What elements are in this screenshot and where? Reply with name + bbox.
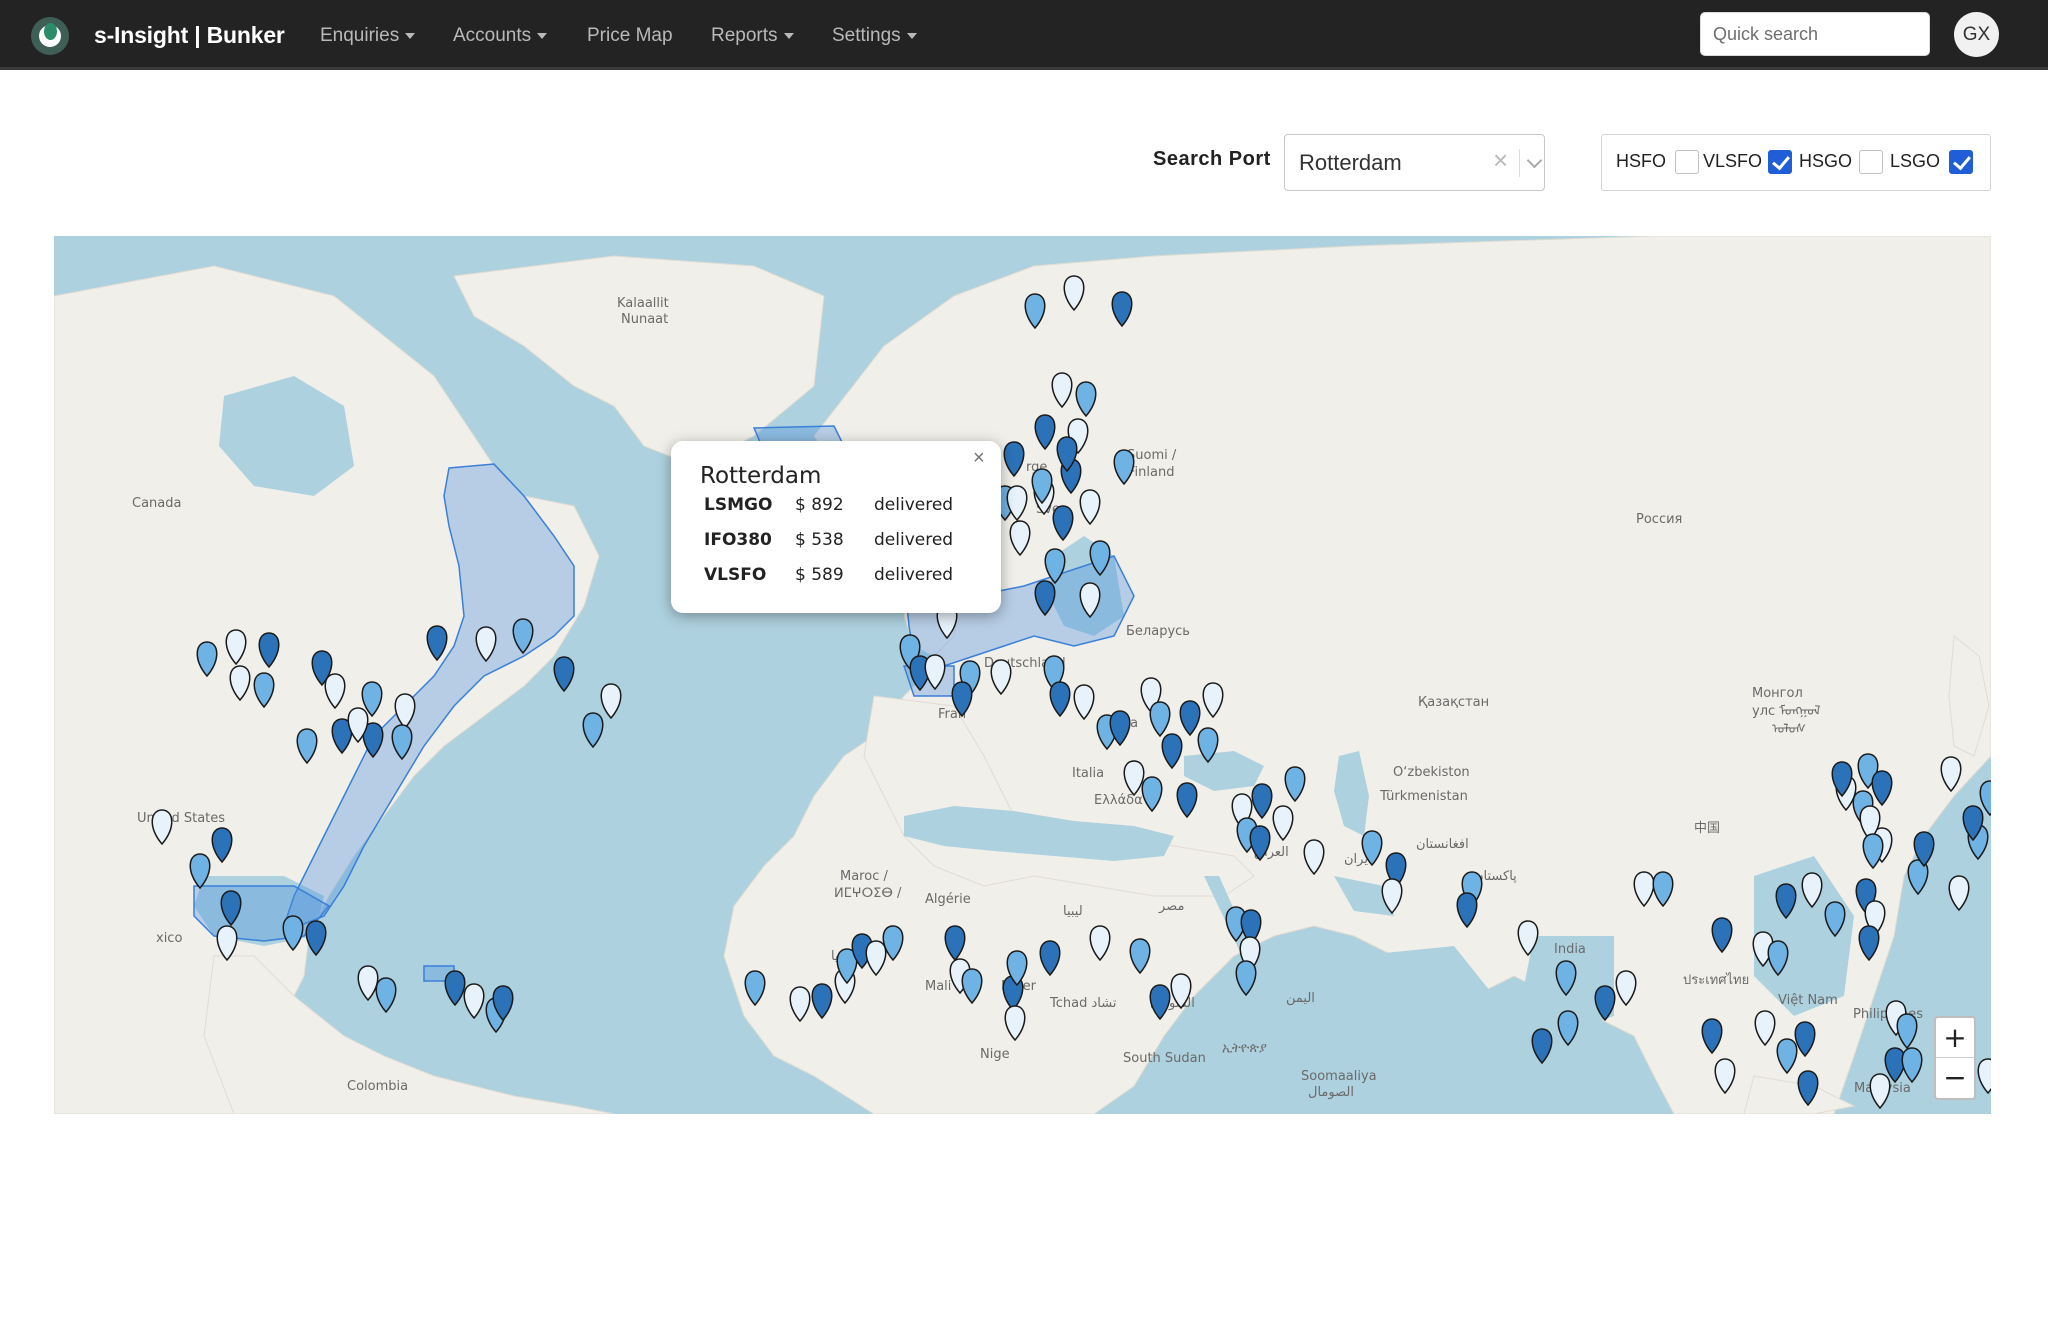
zoom-out-button[interactable]: −: [1936, 1058, 1974, 1098]
popup-fuel: IFO380: [704, 530, 772, 550]
user-avatar[interactable]: GX: [1954, 12, 1999, 57]
caret-down-icon: [405, 32, 416, 39]
port-price-popup: × Rotterdam LSMGO $ 892 delivered IFO380…: [671, 441, 1001, 613]
port-select[interactable]: Rotterdam ×: [1284, 134, 1545, 191]
map-label: ኢትዮጵያ: [1222, 1041, 1267, 1056]
top-navbar: s-Insight | Bunker Enquiries Accounts Pr…: [0, 0, 2048, 70]
port-marker[interactable]: [1531, 1028, 1553, 1065]
nav-price-map[interactable]: Price Map: [587, 25, 673, 47]
port-marker[interactable]: [375, 977, 397, 1014]
nav-accounts[interactable]: Accounts: [453, 25, 548, 47]
checkbox-lsgo[interactable]: [1949, 150, 1973, 174]
popup-price: $ 589: [795, 565, 844, 585]
map-label: ⵍⵎⵖⵔⵉⴱ /: [834, 886, 902, 901]
map-label: Canada: [132, 496, 181, 511]
map-label: Қазақстан: [1418, 695, 1489, 710]
port-marker[interactable]: [1896, 1013, 1918, 1050]
map-label: الصومال: [1308, 1085, 1354, 1100]
port-marker[interactable]: [1977, 1058, 1991, 1095]
map-canvas[interactable]: Kalaallit Nunaat Canada United States Ро…: [54, 236, 1991, 1114]
port-marker[interactable]: [463, 983, 485, 1020]
port-select-value: Rotterdam: [1299, 150, 1402, 175]
popup-status: delivered: [874, 495, 954, 515]
map-label: Tchad تشاد: [1049, 996, 1117, 1011]
popup-status: delivered: [874, 565, 954, 585]
map-label: Россия: [1636, 512, 1682, 527]
popup-fuel: VLSFO: [704, 565, 767, 585]
map-label: Türkmenistan: [1379, 789, 1468, 804]
caret-down-icon: [906, 32, 917, 39]
map-label: United States: [137, 811, 225, 826]
caret-down-icon: [537, 32, 548, 39]
popup-price: $ 538: [795, 530, 844, 550]
chevron-down-icon[interactable]: [1526, 152, 1543, 169]
quick-search-input[interactable]: [1700, 12, 1930, 56]
map-label: xico: [156, 931, 182, 946]
map-label: O‘zbekiston: [1393, 765, 1470, 780]
port-marker[interactable]: [1948, 875, 1970, 912]
clear-icon[interactable]: ×: [1493, 145, 1508, 176]
map-label: улс ᠮᠣᠩᠭᠣᠯ: [1752, 704, 1820, 719]
checkbox-vlsfo[interactable]: [1768, 150, 1792, 174]
fuel-filter-group: HSFO VLSFO HSGO LSGO: [1601, 134, 1991, 191]
map-label: Maroc /: [840, 869, 888, 884]
map-label: Italia: [1072, 766, 1104, 781]
fuel-label-hsfo: HSFO: [1616, 151, 1667, 171]
map-label: Finland: [1128, 465, 1174, 480]
map-label: مصر: [1158, 899, 1184, 914]
map-label: Беларусь: [1126, 624, 1190, 639]
port-marker[interactable]: [1884, 1047, 1906, 1084]
map-label: Algérie: [925, 892, 971, 907]
port-marker[interactable]: [1901, 1047, 1923, 1084]
map-label: افغانستان: [1416, 837, 1469, 852]
close-icon[interactable]: ×: [973, 447, 985, 470]
port-marker[interactable]: [600, 683, 622, 720]
port-marker[interactable]: [1869, 1073, 1891, 1110]
zoom-control: + −: [1934, 1016, 1976, 1100]
map-label: Kalaallit: [617, 296, 669, 311]
nav-settings[interactable]: Settings: [832, 25, 917, 47]
search-port-label: Search Port: [1153, 148, 1271, 170]
port-marker[interactable]: [1235, 960, 1257, 997]
map-label: ليبيا: [1063, 904, 1083, 919]
map-label: 中国: [1694, 821, 1720, 836]
port-marker[interactable]: [553, 656, 575, 693]
port-marker[interactable]: [1557, 1010, 1579, 1047]
port-marker[interactable]: [305, 920, 327, 957]
map-label: Монгол: [1752, 686, 1803, 701]
port-marker[interactable]: [582, 712, 604, 749]
popup-price: $ 892: [795, 495, 844, 515]
map-label: Việt Nam: [1778, 993, 1838, 1008]
map-label: ᠤᠯᠤᠰ: [1772, 722, 1806, 737]
nav-enquiries[interactable]: Enquiries: [320, 25, 416, 47]
checkbox-hsgo[interactable]: [1859, 150, 1883, 174]
map-label: Ελλάδα: [1094, 793, 1143, 808]
map-label: Mali: [925, 979, 951, 994]
map-label: اليمن: [1286, 991, 1315, 1006]
popup-status: delivered: [874, 530, 954, 550]
map-label: ประเทศไทย: [1683, 972, 1749, 988]
port-marker[interactable]: [444, 970, 466, 1007]
select-divider: [1519, 149, 1520, 177]
app-logo[interactable]: [31, 17, 69, 55]
port-marker[interactable]: [357, 965, 379, 1002]
popup-fuel: LSMGO: [704, 495, 773, 515]
map-label: India: [1554, 942, 1586, 957]
fuel-label-vlsfo: VLSFO: [1703, 151, 1763, 171]
caret-down-icon: [783, 32, 794, 39]
map-label: Colombia: [347, 1079, 408, 1094]
map-label: Soomaaliya: [1301, 1069, 1377, 1084]
port-marker[interactable]: [1979, 780, 1991, 817]
fuel-label-lsgo: LSGO: [1890, 151, 1941, 171]
popup-title: Rotterdam: [700, 463, 822, 489]
map-label: Nige: [980, 1047, 1010, 1062]
brand-title[interactable]: s-Insight | Bunker: [94, 22, 285, 49]
fuel-label-hsgo: HSGO: [1799, 151, 1853, 171]
zoom-in-button[interactable]: +: [1936, 1018, 1974, 1058]
map-label: Nunaat: [621, 312, 668, 327]
checkbox-hsfo[interactable]: [1675, 150, 1699, 174]
nav-reports[interactable]: Reports: [711, 25, 794, 47]
map-label: South Sudan: [1123, 1051, 1206, 1066]
price-map[interactable]: Kalaallit Nunaat Canada United States Ро…: [54, 236, 1991, 1114]
